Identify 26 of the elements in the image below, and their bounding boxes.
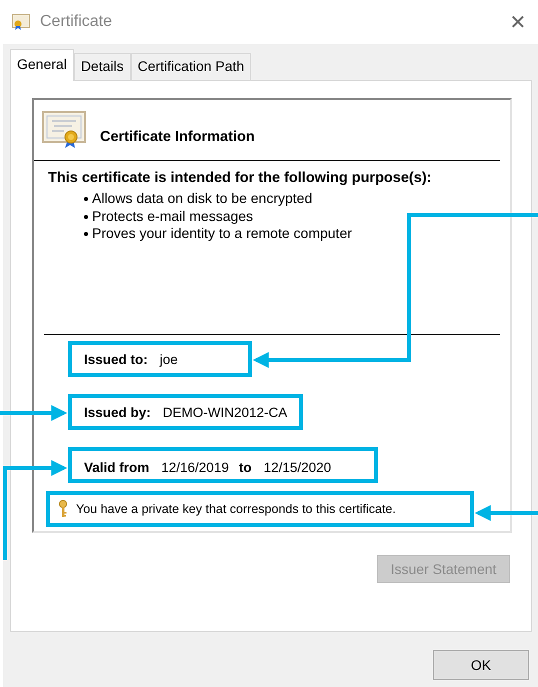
purpose-item: Allows data on disk to be encrypted (92, 190, 312, 208)
window-title: Certificate (40, 13, 112, 31)
bullet-icon (84, 214, 88, 218)
bullet-icon (84, 197, 88, 201)
field-label: Issued to: (84, 352, 148, 366)
field-label: Issued by: (84, 404, 151, 420)
tab[interactable]: General (10, 49, 74, 81)
field-label: Valid from (84, 460, 150, 474)
tab[interactable]: Details (74, 53, 131, 80)
field-label: to (238, 460, 252, 474)
ok-button[interactable]: OK (433, 650, 529, 680)
purpose-heading: This certificate is intended for the following purpose(s): (47, 170, 432, 186)
bullet-icon (84, 232, 88, 236)
key-icon (58, 500, 68, 518)
purpose-item: Proves your identity to a remote computer (92, 225, 352, 242)
field-value: DEMO-WIN2012-CA (162, 404, 288, 420)
certificate-icon (42, 111, 86, 149)
section-title: Certificate Information (100, 129, 255, 145)
tab[interactable]: Certification Path (130, 53, 252, 80)
private-key-note: You have a private key that corresponds to this certificate. (76, 502, 396, 516)
date-value: 12/15/2020 (264, 460, 332, 474)
date-value: 12/16/2019 (161, 460, 229, 474)
purpose-item: Protects e-mail messages (92, 208, 254, 225)
field-value: joe (160, 352, 178, 366)
certificate-icon (12, 14, 30, 30)
close-icon[interactable]: ✕ (508, 10, 528, 34)
